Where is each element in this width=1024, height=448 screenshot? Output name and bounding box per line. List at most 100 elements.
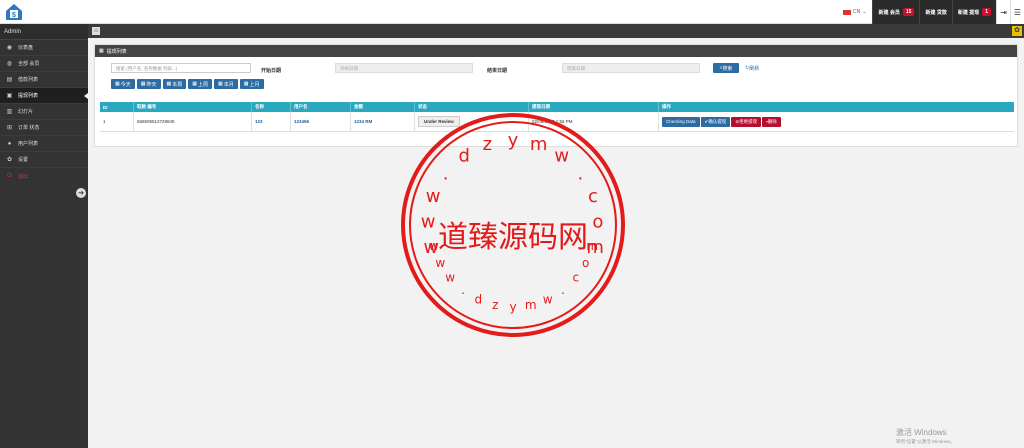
- sidebar-item-7[interactable]: ✿ 设置: [0, 152, 88, 168]
- stamp-char: .: [443, 163, 449, 184]
- new-loan-button[interactable]: 新建 贷款: [919, 0, 952, 24]
- svg-text:$: $: [12, 12, 16, 19]
- stamp-char: d: [458, 145, 469, 166]
- chevron-down-icon: ⌄: [862, 9, 867, 15]
- reject-withdraw-button[interactable]: ⊘ 拒绝提现: [731, 116, 762, 127]
- stamp-char: m: [586, 239, 598, 253]
- settings-gear-icon[interactable]: ✿: [1012, 26, 1022, 36]
- stamp-char: o: [592, 211, 603, 232]
- stamp-char: d: [474, 292, 482, 306]
- windows-activation-title: 激活 Windows: [896, 428, 947, 437]
- sidebar-item-label: 用户列表: [18, 141, 39, 147]
- quick-date-button-3[interactable]: ▦ 上周: [188, 79, 212, 89]
- quick-date-label: 上周: [197, 81, 208, 88]
- stamp-char: y: [509, 300, 516, 314]
- sidebar-item-6[interactable]: ● 用户列表: [0, 136, 88, 152]
- start-date-input[interactable]: 开始日期: [335, 63, 473, 73]
- column-header-2: 名称: [251, 102, 264, 112]
- sidebar-item-label: 仪表盘: [18, 45, 34, 51]
- calendar-icon: ▦: [192, 81, 197, 87]
- calendar-icon: ▦: [115, 81, 120, 87]
- stamp-char: w: [426, 186, 441, 207]
- stamp-char: c: [572, 271, 579, 285]
- column-header-3: 用户名: [290, 102, 308, 112]
- sidebar-item-1[interactable]: ◍ 全部 会员: [0, 56, 88, 72]
- quick-date-button-0[interactable]: ▦ 今天: [111, 79, 135, 89]
- sidebar-item-5[interactable]: ⊞ 订单 状态: [0, 120, 88, 136]
- quick-date-button-4[interactable]: ▦ 本月: [214, 79, 238, 89]
- search-input[interactable]: 搜索 (用户名, 名称数据 列表...): [111, 63, 251, 73]
- sidebar-item-label: 退出: [18, 173, 29, 180]
- refresh-button-label: 刷新: [749, 65, 760, 72]
- cell-number: 668605512728845: [133, 112, 175, 131]
- panel-header: ▦ 提现列表: [95, 45, 1017, 57]
- new-withdraw-button[interactable]: 新建 提现 1: [951, 0, 996, 24]
- stamp-char: m: [530, 134, 548, 155]
- sidebar-item-0[interactable]: ◉ 仪表盘: [0, 40, 88, 56]
- collapse-sidebar-icon[interactable]: ➔: [76, 188, 86, 198]
- column-header-6: 提现日期: [528, 102, 550, 112]
- stamp-char: w: [435, 256, 445, 270]
- sidebar-title: Admin: [0, 24, 88, 40]
- search-button[interactable]: ⌕ 搜索: [713, 63, 739, 73]
- quick-date-button-5[interactable]: ▦ 上月: [239, 79, 264, 89]
- column-header-4: 金额: [350, 102, 363, 112]
- cell-amount: 1234 RM: [350, 112, 372, 131]
- stamp-char: w: [543, 292, 553, 306]
- stamp-char: w: [445, 271, 455, 285]
- action-label: 拒绝提现: [739, 118, 758, 124]
- menu-icon[interactable]: ☰: [1010, 0, 1024, 24]
- end-date-input[interactable]: 结束日期: [562, 63, 700, 73]
- start-date-label: 开始日期: [261, 68, 282, 74]
- sidebar-item-4[interactable]: ▥ 幻灯片: [0, 104, 88, 120]
- stamp-char: z: [492, 298, 498, 312]
- sidebar-item-label: 全部 会员: [18, 61, 40, 67]
- confirm-withdraw-button[interactable]: ✔ 确认提现: [700, 116, 731, 127]
- quick-date-buttons: ▦ 今天 ▦ 昨天 ▦ 本周 ▦ 上周 ▦ 本月 ▦ 上月: [111, 79, 264, 89]
- sidebar-item-2[interactable]: ▤ 借款列表: [0, 72, 88, 88]
- sub-header-bar: ⌂ ✿: [88, 24, 1024, 38]
- cell-actions: Checking Data ✔ 确认提现 ⊘ 拒绝提现 ▪ 删除: [658, 112, 782, 131]
- new-member-button[interactable]: 新建 会员 15: [872, 0, 920, 24]
- sidebar: Admin ◉ 仪表盘 ◍ 全部 会员 ▤ 借款列表 ▣ 提现列表 ▥ 幻灯片 ⊞ 订单 状态 ● 用户列…: [0, 24, 88, 448]
- refresh-button[interactable]: ↻ 刷新: [745, 63, 759, 73]
- table-header: ID 取款 编号 名称 用户名 金额 状态 提现日期 操作: [100, 102, 1014, 112]
- cell-username-value: 123456: [294, 119, 310, 124]
- windows-activation-sub: 转到"设置"以激活 Windows。: [896, 439, 955, 444]
- stamp-char: .: [578, 163, 584, 184]
- sidebar-item-label: 提现列表: [18, 93, 39, 99]
- language-selector[interactable]: CN ⌄: [837, 0, 872, 24]
- checking-data-button[interactable]: Checking Data: [662, 116, 700, 127]
- stamp-char: m: [525, 298, 537, 312]
- stamp-char: w: [421, 211, 436, 232]
- filter-bar: 搜索 (用户名, 名称数据 列表...) 开始日期 开始日期 结束日期 结束日期…: [95, 57, 1017, 97]
- watermark-stamp: www.dz y mw.comwww.d z y m w.com 道臻源码网: [401, 113, 625, 337]
- cell-name-value: 123: [255, 119, 263, 124]
- stamp-char: .: [461, 283, 465, 297]
- calendar-icon: ▦: [243, 81, 249, 87]
- cart-icon: ⊞: [6, 125, 13, 131]
- sidebar-item-label: 设置: [18, 157, 29, 163]
- cell-id: 1: [100, 112, 106, 131]
- dashboard-icon: ◉: [6, 45, 13, 51]
- panel-title: 提现列表: [106, 48, 127, 55]
- home-icon[interactable]: ⌂: [92, 27, 100, 35]
- action-label: Checking Data: [666, 119, 696, 124]
- stamp-char: w: [554, 145, 569, 166]
- quick-date-label: 本月: [223, 81, 234, 88]
- quick-date-button-2[interactable]: ▦ 本周: [162, 79, 187, 89]
- windows-activation-notice: 激活 Windows 转到"设置"以激活 Windows。: [896, 428, 955, 446]
- sidebar-item-3[interactable]: ▣ 提现列表: [0, 88, 88, 104]
- cell-number-value: 668605512728845: [137, 119, 175, 124]
- action-label: 确认提现: [708, 118, 727, 124]
- logo-icon[interactable]: $: [4, 2, 24, 22]
- sidebar-item-8[interactable]: ⏻ 退出: [0, 168, 88, 184]
- delete-button[interactable]: ▪ 删除: [762, 116, 781, 127]
- quick-date-button-1[interactable]: ▦ 昨天: [136, 79, 161, 89]
- column-header-1: 取款 编号: [133, 102, 156, 112]
- quick-date-label: 本周: [172, 81, 183, 88]
- cell-name: 123: [251, 112, 263, 131]
- list-icon: ▦: [99, 48, 104, 54]
- logout-icon-button[interactable]: ⇥: [996, 0, 1010, 24]
- stamp-center-text: 道臻源码网: [438, 220, 588, 255]
